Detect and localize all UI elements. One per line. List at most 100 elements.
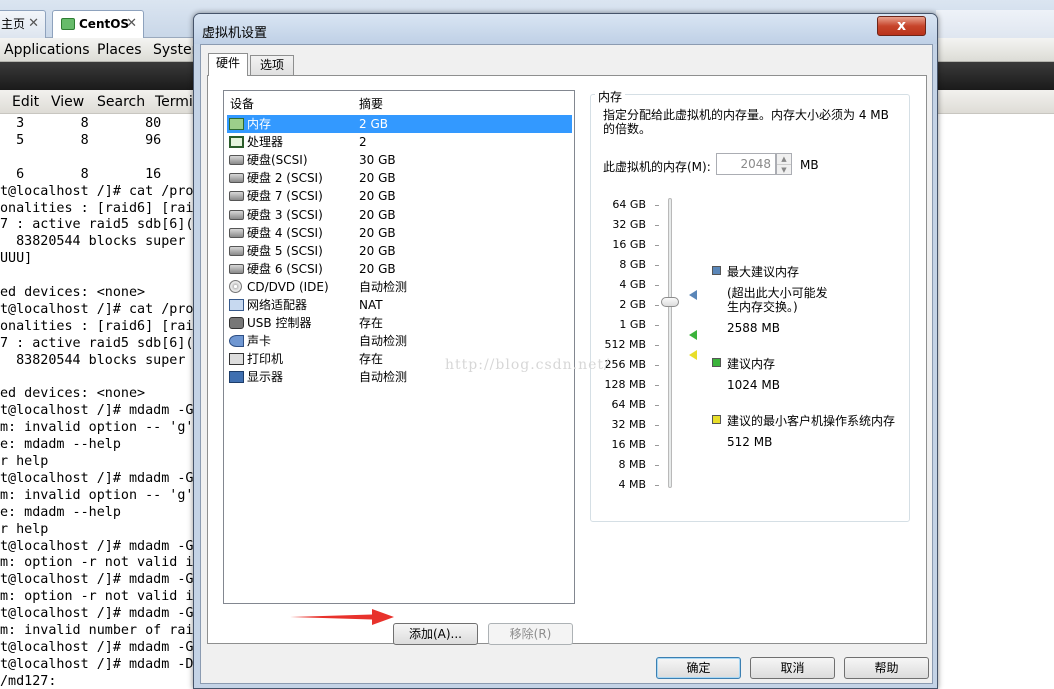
device-summary: 20 GB xyxy=(359,243,396,258)
tab-options[interactable]: 选项 xyxy=(250,55,294,75)
tab-centos-label: CentOS xyxy=(79,17,130,31)
terminal-line: t@localhost /]# mdadm -G xyxy=(0,606,194,622)
device-name: 硬盘 4 (SCSI) xyxy=(247,225,323,240)
hard-disk-icon xyxy=(229,263,244,274)
tick-mark xyxy=(655,225,659,226)
device-name: CD/DVD (IDE) xyxy=(247,279,329,294)
memory-slider-track[interactable] xyxy=(668,198,672,488)
display-icon xyxy=(229,371,244,384)
terminal-line: UUU] xyxy=(0,251,33,267)
menu-search[interactable]: Search xyxy=(97,90,145,114)
memory-tick-label: 8 GB xyxy=(619,258,646,271)
red-arrow-icon xyxy=(290,609,394,625)
device-row[interactable]: 硬盘 6 (SCSI) 20 GB xyxy=(227,260,572,278)
column-header-summary[interactable]: 摘要 xyxy=(359,95,383,112)
tick-mark xyxy=(655,245,659,246)
device-row[interactable]: 硬盘(SCSI) 30 GB xyxy=(227,151,572,169)
device-name: 硬盘 5 (SCSI) xyxy=(247,243,323,258)
close-icon[interactable]: ✕ xyxy=(28,11,39,37)
remove-button[interactable]: 移除(R) xyxy=(488,623,573,645)
menu-view[interactable]: View xyxy=(51,90,84,114)
memory-slider-thumb[interactable] xyxy=(661,297,679,307)
hard-disk-icon xyxy=(229,227,244,238)
min-recommended-label: 建议的最小客户机操作系统内存 xyxy=(727,414,896,428)
device-row[interactable]: 网络适配器 NAT xyxy=(227,296,572,314)
device-row[interactable]: 硬盘 4 (SCSI) 20 GB xyxy=(227,224,572,242)
add-button[interactable]: 添加(A)... xyxy=(393,623,478,645)
terminal-line: 83820544 blocks super xyxy=(0,234,186,250)
tab-strip-background xyxy=(936,10,1054,38)
memory-tick-label: 8 MB xyxy=(618,458,646,471)
hard-disk-icon xyxy=(229,245,244,256)
tab-home-label: 主页 xyxy=(1,17,26,31)
terminal-line: /md127: xyxy=(0,673,57,689)
device-summary: 存在 xyxy=(359,316,384,331)
memory-tick-label: 4 MB xyxy=(618,478,646,491)
terminal-line: 83820544 blocks super xyxy=(0,352,186,368)
tab-hardware[interactable]: 硬件 xyxy=(208,53,248,76)
close-icon[interactable]: ✕ xyxy=(126,11,137,37)
menu-applications[interactable]: Applications xyxy=(4,38,90,62)
ok-button[interactable]: 确定 xyxy=(656,657,741,679)
recommended-marker-icon xyxy=(689,330,697,340)
device-row[interactable]: 内存 2 GB xyxy=(227,115,572,133)
device-row[interactable]: 处理器 2 xyxy=(227,133,572,151)
device-summary: NAT xyxy=(359,298,383,312)
terminal-line: 6 8 16 xyxy=(0,166,162,182)
memory-unit: MB xyxy=(800,158,819,172)
device-row[interactable]: 声卡 自动检测 xyxy=(227,332,572,350)
device-summary: 20 GB xyxy=(359,225,396,240)
terminal-line: 3 8 80 xyxy=(0,116,162,131)
device-name: 打印机 xyxy=(247,352,284,367)
device-summary: 存在 xyxy=(359,352,384,367)
terminal-line: t@localhost /]# mdadm -G xyxy=(0,470,194,486)
device-name: 硬盘 3 (SCSI) xyxy=(247,207,323,222)
device-row[interactable]: 硬盘 2 (SCSI) 20 GB xyxy=(227,169,572,187)
memory-spinner[interactable]: ▲ ▼ xyxy=(776,153,792,175)
terminal-line: r help xyxy=(0,454,49,469)
tick-mark xyxy=(655,345,659,346)
terminal-line: m: option -r not valid in xyxy=(0,589,202,605)
terminal-line: e: mdadm --help xyxy=(0,437,121,453)
device-row[interactable]: 硬盘 5 (SCSI) 20 GB xyxy=(227,242,572,260)
tick-mark xyxy=(655,485,659,486)
menu-places[interactable]: Places xyxy=(97,38,142,62)
terminal-line: 7 : active raid5 sdb[6](F) xyxy=(0,217,210,233)
tick-mark xyxy=(655,265,659,266)
hard-disk-icon xyxy=(229,209,244,220)
device-summary: 30 GB xyxy=(359,153,396,168)
menu-edit[interactable]: Edit xyxy=(12,90,39,114)
spin-down-icon[interactable]: ▼ xyxy=(777,164,791,174)
dialog-titlebar[interactable]: 虚拟机设置 x xyxy=(194,14,937,44)
device-row[interactable]: USB 控制器 存在 xyxy=(227,314,572,332)
help-button[interactable]: 帮助 xyxy=(844,657,929,679)
vm-settings-dialog: 虚拟机设置 x 硬件 选项 设备 摘要 内存 2 GB 处理器 2 硬盘(SCSI) 30… xyxy=(193,13,938,689)
tick-mark xyxy=(655,205,659,206)
spin-up-icon[interactable]: ▲ xyxy=(777,154,791,164)
cancel-button[interactable]: 取消 xyxy=(750,657,835,679)
device-row[interactable]: 硬盘 7 (SCSI) 20 GB xyxy=(227,187,572,205)
cpu-icon xyxy=(229,136,244,149)
usb-icon xyxy=(229,317,244,330)
device-summary: 自动检测 xyxy=(359,334,408,349)
tick-mark xyxy=(655,385,659,386)
min-recommended-value: 512 MB xyxy=(727,435,773,449)
device-row[interactable]: CD/DVD (IDE) 自动检测 xyxy=(227,278,572,296)
column-header-device[interactable]: 设备 xyxy=(230,95,254,112)
memory-input[interactable] xyxy=(716,153,776,175)
memory-tick-label: 64 GB xyxy=(612,198,646,211)
device-summary: 20 GB xyxy=(359,171,396,186)
device-row[interactable]: 硬盘 3 (SCSI) 20 GB xyxy=(227,206,572,224)
memory-tick-label: 16 GB xyxy=(612,238,646,251)
memory-tick-label: 32 MB xyxy=(611,418,646,431)
device-list[interactable]: 设备 摘要 内存 2 GB 处理器 2 硬盘(SCSI) 30 GB 硬盘 2 (SCSI)… xyxy=(223,90,575,604)
terminal-line: 5 8 96 xyxy=(0,132,162,148)
tab-centos[interactable]: CentOS ✕ xyxy=(52,10,144,38)
tab-home[interactable]: 主页 ✕ xyxy=(0,10,46,38)
dialog-title: 虚拟机设置 xyxy=(202,26,268,41)
max-recommended-value: 2588 MB xyxy=(727,321,780,335)
close-button[interactable]: x xyxy=(877,16,926,36)
terminal-line: m: option -r not valid in xyxy=(0,555,202,571)
device-summary: 自动检测 xyxy=(359,370,408,385)
cd-dvd-icon xyxy=(229,279,242,293)
